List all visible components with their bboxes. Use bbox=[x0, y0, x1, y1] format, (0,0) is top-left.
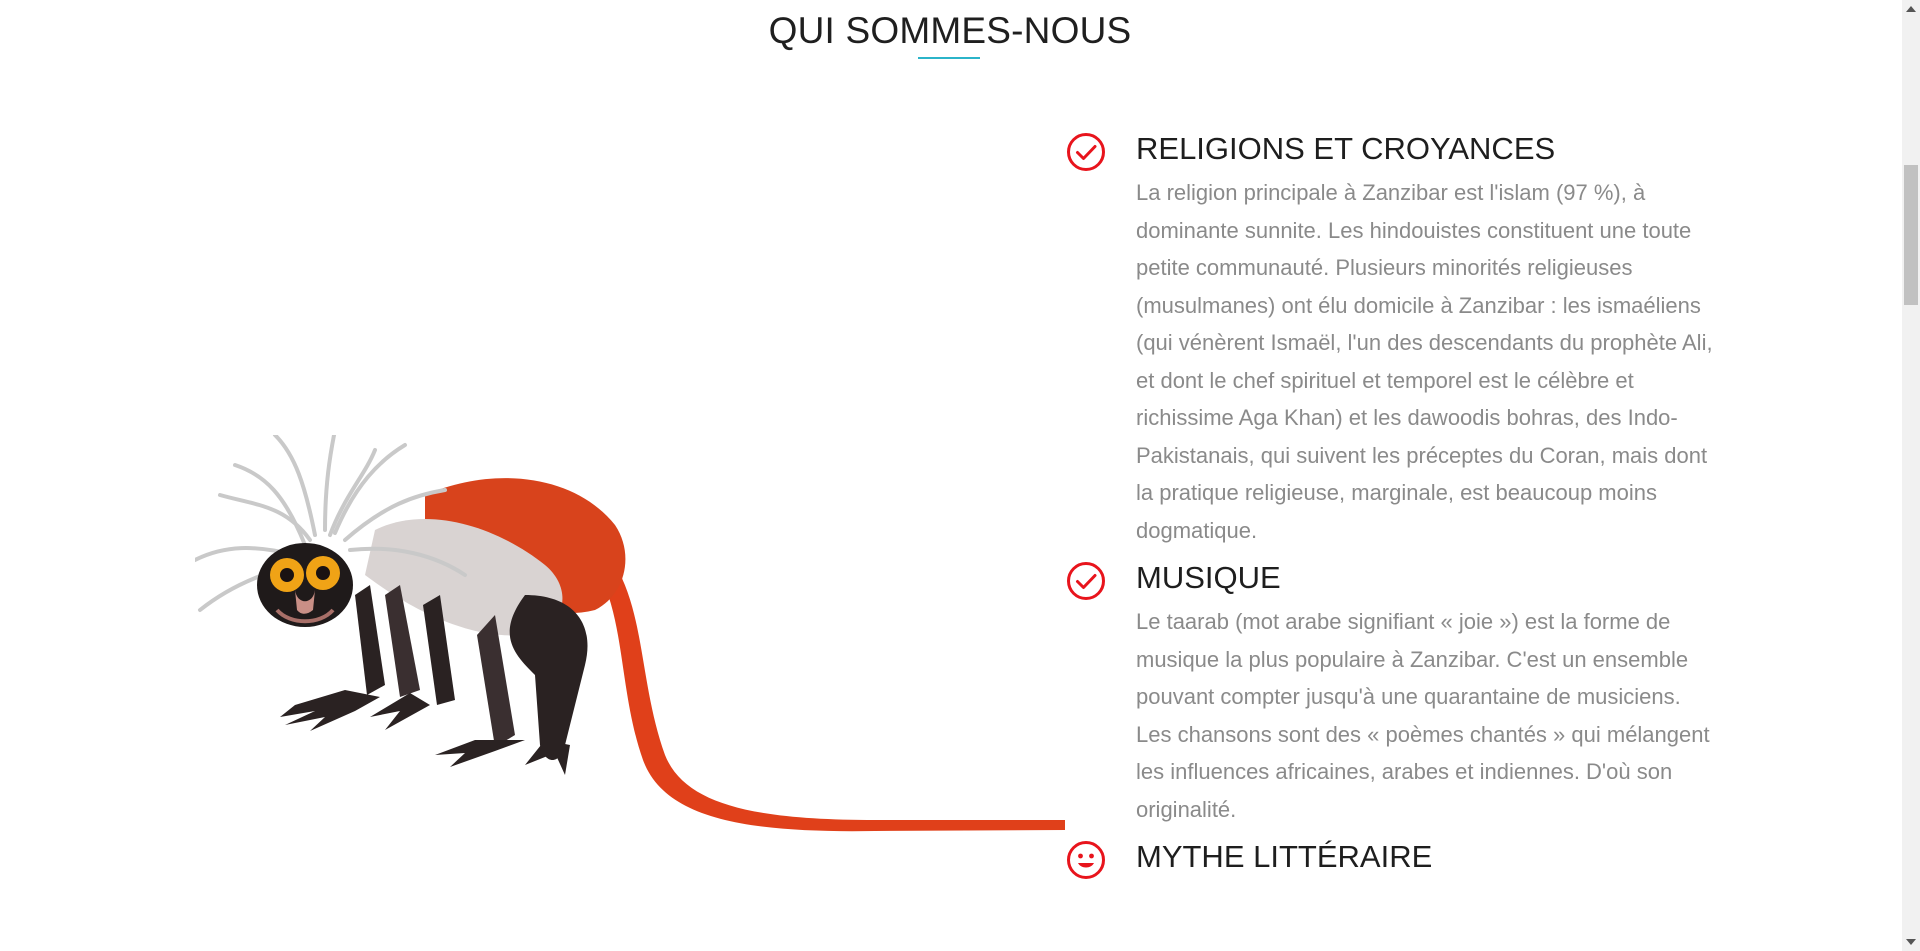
scroll-thumb[interactable] bbox=[1904, 165, 1918, 305]
title-underline bbox=[918, 57, 980, 59]
monkey-illustration bbox=[195, 435, 1065, 832]
feature-text: Le taarab (mot arabe signifiant « joie »… bbox=[1136, 609, 1710, 822]
feature-title: MUSIQUE bbox=[1136, 560, 1281, 595]
feature-item-religions: RELIGIONS ET CROYANCES La religion princ… bbox=[1066, 120, 1726, 549]
scroll-up-arrow-icon[interactable] bbox=[1906, 6, 1916, 12]
feature-title: MYTHE LITTÉRAIRE bbox=[1136, 839, 1433, 874]
page: QUI SOMMES-NOUS RELIGIONS ET CROYANCES L… bbox=[0, 0, 1920, 951]
scroll-down-arrow-icon[interactable] bbox=[1906, 939, 1916, 945]
vertical-scrollbar[interactable] bbox=[1902, 0, 1920, 951]
section-title: QUI SOMMES-NOUS bbox=[768, 10, 1132, 51]
feature-item-musique: MUSIQUE Le taarab (mot arabe signifiant … bbox=[1066, 549, 1726, 828]
feature-title: RELIGIONS ET CROYANCES bbox=[1136, 131, 1556, 166]
smiley-circle-icon bbox=[1067, 841, 1105, 879]
feature-list: RELIGIONS ET CROYANCES La religion princ… bbox=[1066, 120, 1726, 886]
check-circle-icon bbox=[1067, 562, 1105, 600]
feature-item-mythe-litteraire: MYTHE LITTÉRAIRE bbox=[1066, 828, 1726, 886]
feature-text: La religion principale à Zanzibar est l'… bbox=[1136, 180, 1713, 543]
check-circle-icon bbox=[1067, 133, 1105, 171]
